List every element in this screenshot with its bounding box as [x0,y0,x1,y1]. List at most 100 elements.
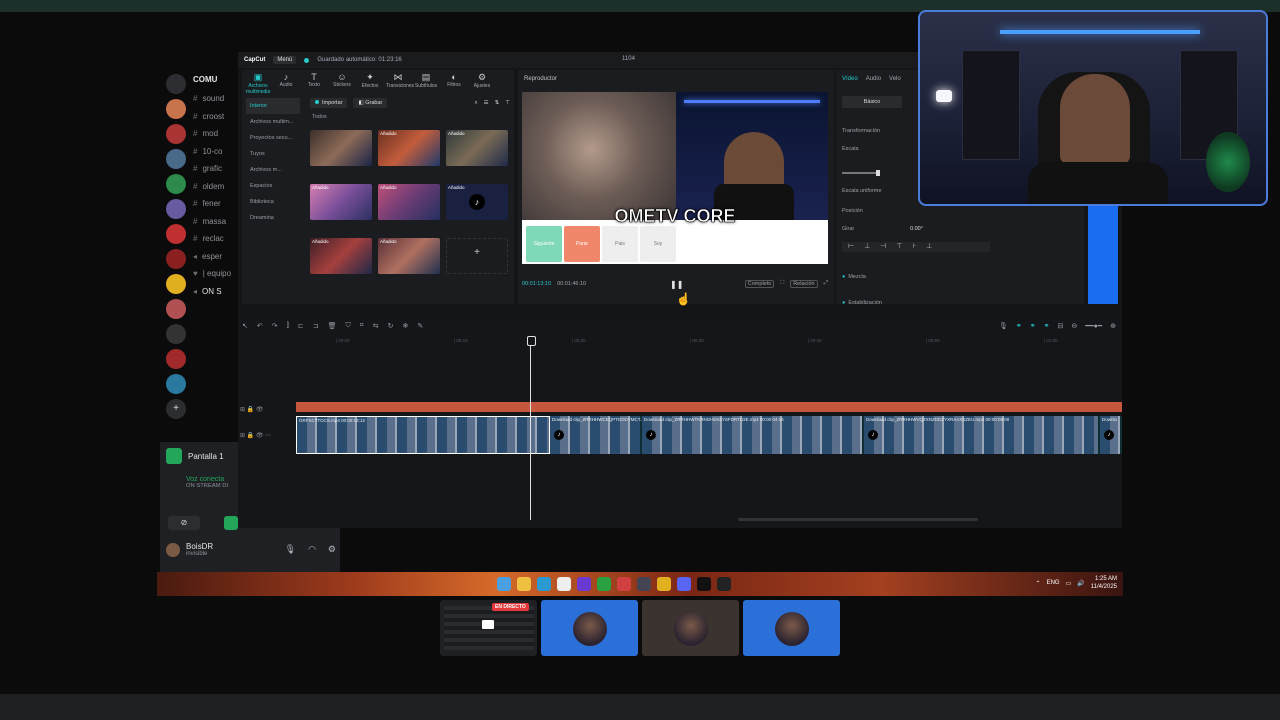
server-name[interactable]: COMU [193,70,241,90]
server-icon[interactable] [166,124,186,144]
import-button[interactable]: Importar [310,98,348,108]
xbox-icon[interactable] [597,577,611,591]
obs-icon[interactable] [717,577,731,591]
media-nav-item[interactable]: Dreamina [246,210,300,226]
channel-item[interactable]: # mod [193,125,241,143]
channel-item[interactable]: # oldem [193,178,241,196]
server-icon[interactable] [166,224,186,244]
record-button[interactable]: ◧ Grabar [353,98,388,108]
stabilize-toggle[interactable]: Estabilización [842,300,882,306]
microphone-icon[interactable]: 🎙 [999,322,1008,330]
app-icon[interactable] [617,577,631,591]
edge-icon[interactable] [537,577,551,591]
language-indicator[interactable]: ENG [1047,580,1060,586]
channel-item[interactable]: # reclac [193,230,241,248]
channel-item[interactable]: ◂ esper [193,248,241,266]
shield-icon[interactable]: ⛉ [346,322,351,330]
scale-slider[interactable] [842,170,880,176]
video-preview[interactable]: Siguiente Parar Pais Soy OMETV CORE [522,92,828,264]
tab-video[interactable]: Vídeo [842,76,858,82]
discord-home-icon[interactable] [166,74,186,94]
uniform-scale-label[interactable]: Escala uniforme [842,188,881,194]
screen-share-button[interactable] [224,516,238,530]
server-icon[interactable] [166,174,186,194]
timeline-ruler[interactable]: | 00:00 | 00:10 | 00:20 | 00:30 | 00:40 | 00:… [296,336,1122,346]
mirror-icon[interactable]: ⇆ [373,322,379,330]
media-thumbnail[interactable]: Añadidoclip_OMEV_BNDHD.mp4 [378,184,440,220]
align-top-icon[interactable]: ⊤ [896,242,902,252]
align-right-icon[interactable]: ⊣ [880,242,886,252]
preview-axis-icon[interactable]: ⊟ [1058,322,1064,330]
video-clip[interactable]: Download clip_ZRRHHWVQZXNZDDZYXRAAXSZEU.… [864,416,1100,454]
select-tool-icon[interactable]: ↖ [242,322,248,330]
server-icon[interactable] [166,374,186,394]
split-left-icon[interactable]: ⊏ [298,322,304,330]
clock[interactable]: 1:25 AM 11/4/2025 [1091,575,1117,591]
video-clip[interactable]: Downlo ♪ [1100,416,1122,454]
align-middle-icon[interactable]: ⊦ [912,242,916,252]
toolbar-adjust-button[interactable]: ⚙ Ajustes [470,70,494,92]
gear-icon[interactable]: ⚙ [328,544,336,555]
media-nav-item[interactable]: Tuyos [246,146,300,162]
snap-icon[interactable]: ⚭ [1044,322,1050,330]
transform-label[interactable]: Transformación [842,128,880,134]
toolbar-media-button[interactable]: ▣ Archivos multimedia [246,70,270,95]
chevron-up-icon[interactable]: ⌃ [1036,580,1041,587]
tab-audio[interactable]: Audio [866,76,881,82]
link-icon[interactable]: ⚭ [1016,322,1022,330]
server-icon[interactable] [166,249,186,269]
basic-tab[interactable]: Básico [842,96,902,108]
store-icon[interactable] [557,577,571,591]
media-nav-item[interactable]: Proyectos secu... [246,130,300,146]
volume-icon[interactable]: 🔊 [1077,580,1084,587]
toolbar-audio-button[interactable]: ♪ Audio [274,70,298,92]
redo-icon[interactable]: ↷ [272,322,278,330]
search-icon[interactable]: ⌕ [475,100,478,107]
stream-tile[interactable]: EN DIRECTO [440,600,537,656]
server-icon[interactable] [166,324,186,344]
filter-icon[interactable]: ⇅ [495,100,500,106]
text-track[interactable] [296,402,1122,412]
server-icon[interactable] [166,299,186,319]
server-icon[interactable] [166,199,186,219]
channel-item[interactable]: # massa [193,213,241,231]
headphones-icon[interactable]: ◠ [308,544,316,555]
generate-ai-tile[interactable]: +Generar con IA [446,238,508,274]
split-right-icon[interactable]: ⊐ [313,322,319,330]
align-left-icon[interactable]: ⊢ [848,242,854,252]
camera-off-button[interactable]: ⊘ [168,516,200,530]
toolbar-subtitles-button[interactable]: ▤ Subtítulos [414,70,438,92]
settings-icon[interactable] [637,577,651,591]
timeline-scrollbar[interactable] [738,518,978,521]
participant-tile[interactable] [541,600,638,656]
server-icon[interactable] [166,274,186,294]
channel-item[interactable]: # croost [193,108,241,126]
zoom-slider[interactable]: ━━●━ [1085,322,1102,330]
user-info[interactable]: BoisDR invisible [186,542,213,557]
playhead[interactable] [527,336,536,520]
tab-speed[interactable]: Velo [889,76,901,82]
server-icon[interactable] [166,349,186,369]
participant-tile[interactable] [743,600,840,656]
capcut-icon[interactable] [697,577,711,591]
channel-item[interactable]: # fener [193,195,241,213]
align-bottom-icon[interactable]: ⊥ [926,242,932,252]
view-icon[interactable]: ⊤ [505,100,510,106]
ratio-button[interactable]: Relación [790,280,818,288]
video-clip[interactable]: Download clip_ZRRHHWCEQPTDDDYMCT... ♪ [550,416,644,454]
media-nav-item[interactable]: Biblioteca [246,194,300,210]
freeze-icon[interactable]: ❄ [402,322,408,330]
toolbar-text-button[interactable]: T Texto [302,70,326,92]
video-clip[interactable]: GRFSCTTOCS.mp4 00:00:13:12 [296,416,550,454]
network-icon[interactable]: ▭ [1066,580,1072,587]
channel-item[interactable]: # grafic [193,160,241,178]
delete-icon[interactable]: 🗑 [328,322,337,330]
zoom-out-icon[interactable]: ⊖ [1071,322,1077,330]
toolbar-effects-button[interactable]: ✦ Efectos [358,70,382,92]
screen-share-indicator[interactable]: Pantalla 1 [166,448,224,464]
media-thumbnail[interactable]: Añadidoclip_OMEV_NJTJE.mp4 [310,238,372,274]
menu-button[interactable]: Menú [273,56,297,64]
channel-item[interactable]: ♥ | equipo [193,265,241,283]
media-thumbnail[interactable]: Añadidoclip_OMEV_ZEOBQ.mp4 [378,238,440,274]
sort-icon[interactable]: ☰ [484,100,489,106]
